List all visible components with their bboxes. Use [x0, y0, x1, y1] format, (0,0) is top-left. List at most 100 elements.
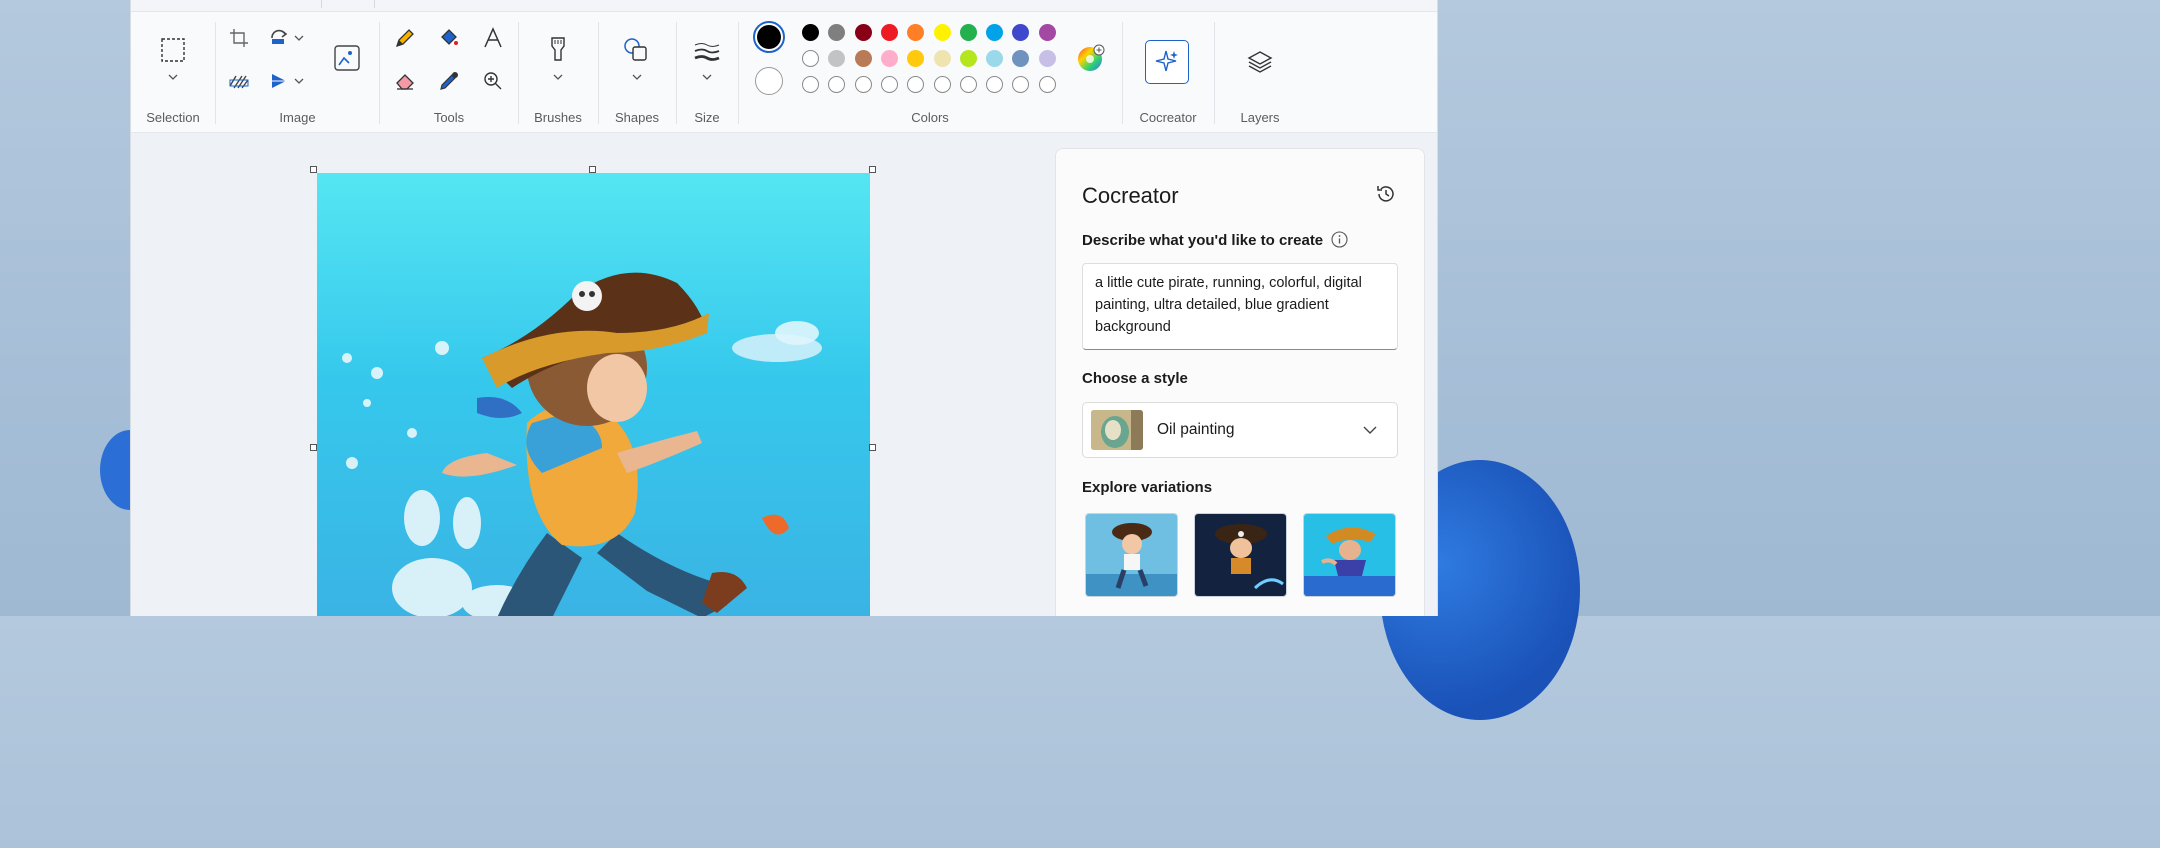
eraser-icon[interactable] — [389, 65, 421, 97]
prompt-label: Describe what you'd like to create — [1082, 231, 1348, 249]
panel-title: Cocreator — [1082, 183, 1179, 208]
custom-color-slot[interactable] — [959, 76, 977, 93]
ribbon-toolbar: Selection Image Tools Brushes Shapes Siz… — [131, 12, 1437, 133]
info-icon[interactable] — [1331, 231, 1348, 248]
stroke-size-icon[interactable] — [691, 36, 723, 68]
custom-color-slot[interactable] — [854, 76, 872, 93]
layers-icon[interactable] — [1244, 46, 1276, 78]
history-icon[interactable] — [1373, 181, 1399, 207]
color-swatch[interactable] — [1012, 24, 1030, 41]
paint-window: Selection Image Tools Brushes Shapes Siz… — [130, 0, 1438, 616]
variation-thumbnail[interactable] — [1085, 513, 1178, 597]
custom-color-slot[interactable] — [1012, 76, 1030, 93]
style-thumbnail — [1091, 410, 1143, 450]
chevron-down-icon[interactable] — [553, 74, 563, 80]
color-swatch[interactable] — [854, 50, 872, 67]
variation-thumbnail[interactable] — [1194, 513, 1287, 597]
color-swatch[interactable] — [1012, 50, 1030, 67]
custom-color-slot[interactable] — [986, 76, 1004, 93]
group-image: Image — [215, 12, 380, 133]
brush-icon[interactable] — [542, 34, 574, 66]
color-swatch[interactable] — [1038, 50, 1056, 67]
canvas-image[interactable] — [317, 173, 870, 616]
color-swatch[interactable] — [933, 50, 951, 67]
prompt-label-text: Describe what you'd like to create — [1082, 232, 1324, 249]
group-label: Brushes — [534, 110, 582, 125]
rotate-icon[interactable] — [267, 22, 311, 54]
tab-separator — [374, 0, 375, 8]
color-swatch[interactable] — [986, 24, 1004, 41]
color-swatch[interactable] — [1038, 24, 1056, 41]
chevron-down-icon[interactable] — [632, 74, 642, 80]
group-layers: Layers — [1214, 12, 1306, 133]
color-swatch[interactable] — [959, 50, 977, 67]
color-swatch[interactable] — [986, 50, 1004, 67]
color-swatch[interactable] — [854, 24, 872, 41]
pirate-illustration — [342, 272, 822, 616]
custom-color-slot[interactable] — [828, 76, 846, 93]
background-removal-icon[interactable] — [223, 65, 255, 97]
group-label: Shapes — [614, 110, 660, 125]
color-swatch[interactable] — [828, 50, 846, 67]
style-dropdown[interactable]: Oil painting — [1082, 402, 1398, 458]
color-swatch[interactable] — [907, 50, 925, 67]
color-swatch[interactable] — [880, 50, 898, 67]
resize-handle[interactable] — [310, 166, 317, 173]
chevron-down-icon — [1363, 426, 1377, 434]
rectangle-select-icon[interactable] — [157, 34, 189, 66]
variation-thumbnail[interactable] — [1303, 513, 1396, 597]
color-swatch[interactable] — [907, 24, 925, 41]
custom-color-slot[interactable] — [907, 76, 925, 93]
chevron-down-icon[interactable] — [702, 74, 712, 80]
pencil-icon[interactable] — [389, 22, 421, 54]
custom-color-slot[interactable] — [1038, 76, 1056, 93]
magnifier-icon[interactable] — [477, 65, 509, 97]
tab-separator — [321, 0, 322, 8]
group-label: Size — [694, 110, 720, 125]
style-value: Oil painting — [1157, 421, 1235, 438]
color-swatch[interactable] — [880, 24, 898, 41]
shapes-icon[interactable] — [620, 34, 652, 66]
secondary-color[interactable] — [755, 67, 783, 95]
variations-label: Explore variations — [1082, 479, 1213, 496]
resize-handle[interactable] — [869, 166, 876, 173]
group-tools: Tools — [379, 12, 519, 133]
flip-icon[interactable] — [267, 65, 311, 97]
color-swatch[interactable] — [802, 24, 819, 41]
resize-handle[interactable] — [310, 444, 317, 451]
custom-color-slot[interactable] — [880, 76, 898, 93]
group-label: Tools — [433, 110, 465, 125]
crop-icon[interactable] — [223, 22, 255, 54]
fill-bucket-icon[interactable] — [433, 22, 465, 54]
cocreator-sparkle-icon[interactable] — [1145, 40, 1189, 84]
cocreator-panel: Cocreator Describe what you'd like to cr… — [1055, 148, 1425, 616]
group-label: Cocreator — [1139, 110, 1197, 125]
group-size: Size — [676, 12, 738, 133]
group-cocreator: Cocreator — [1122, 12, 1214, 133]
color-swatch[interactable] — [959, 24, 977, 41]
color-swatch[interactable] — [802, 50, 819, 67]
resize-handle[interactable] — [589, 166, 596, 173]
edit-colors-icon[interactable] — [1075, 42, 1107, 74]
title-bar — [131, 0, 1437, 12]
group-label: Image — [279, 110, 316, 125]
image-resize-icon[interactable] — [331, 42, 363, 74]
group-label: Colors — [911, 110, 949, 125]
resize-handle[interactable] — [869, 444, 876, 451]
style-label: Choose a style — [1082, 370, 1188, 387]
color-picker-icon[interactable] — [433, 65, 465, 97]
group-label: Selection — [146, 110, 200, 125]
text-icon[interactable] — [477, 22, 509, 54]
color-swatch[interactable] — [828, 24, 846, 41]
group-brushes: Brushes — [518, 12, 598, 133]
group-selection: Selection — [131, 12, 215, 133]
prompt-input[interactable]: a little cute pirate, running, colorful,… — [1082, 263, 1398, 350]
custom-color-slot[interactable] — [802, 76, 819, 93]
primary-color — [757, 25, 781, 49]
custom-color-slot[interactable] — [933, 76, 951, 93]
color-swatch[interactable] — [933, 24, 951, 41]
group-colors: Colors — [738, 12, 1122, 133]
group-label: Layers — [1240, 110, 1280, 125]
chevron-down-icon[interactable] — [168, 74, 178, 80]
primary-color-ring[interactable] — [753, 21, 785, 53]
